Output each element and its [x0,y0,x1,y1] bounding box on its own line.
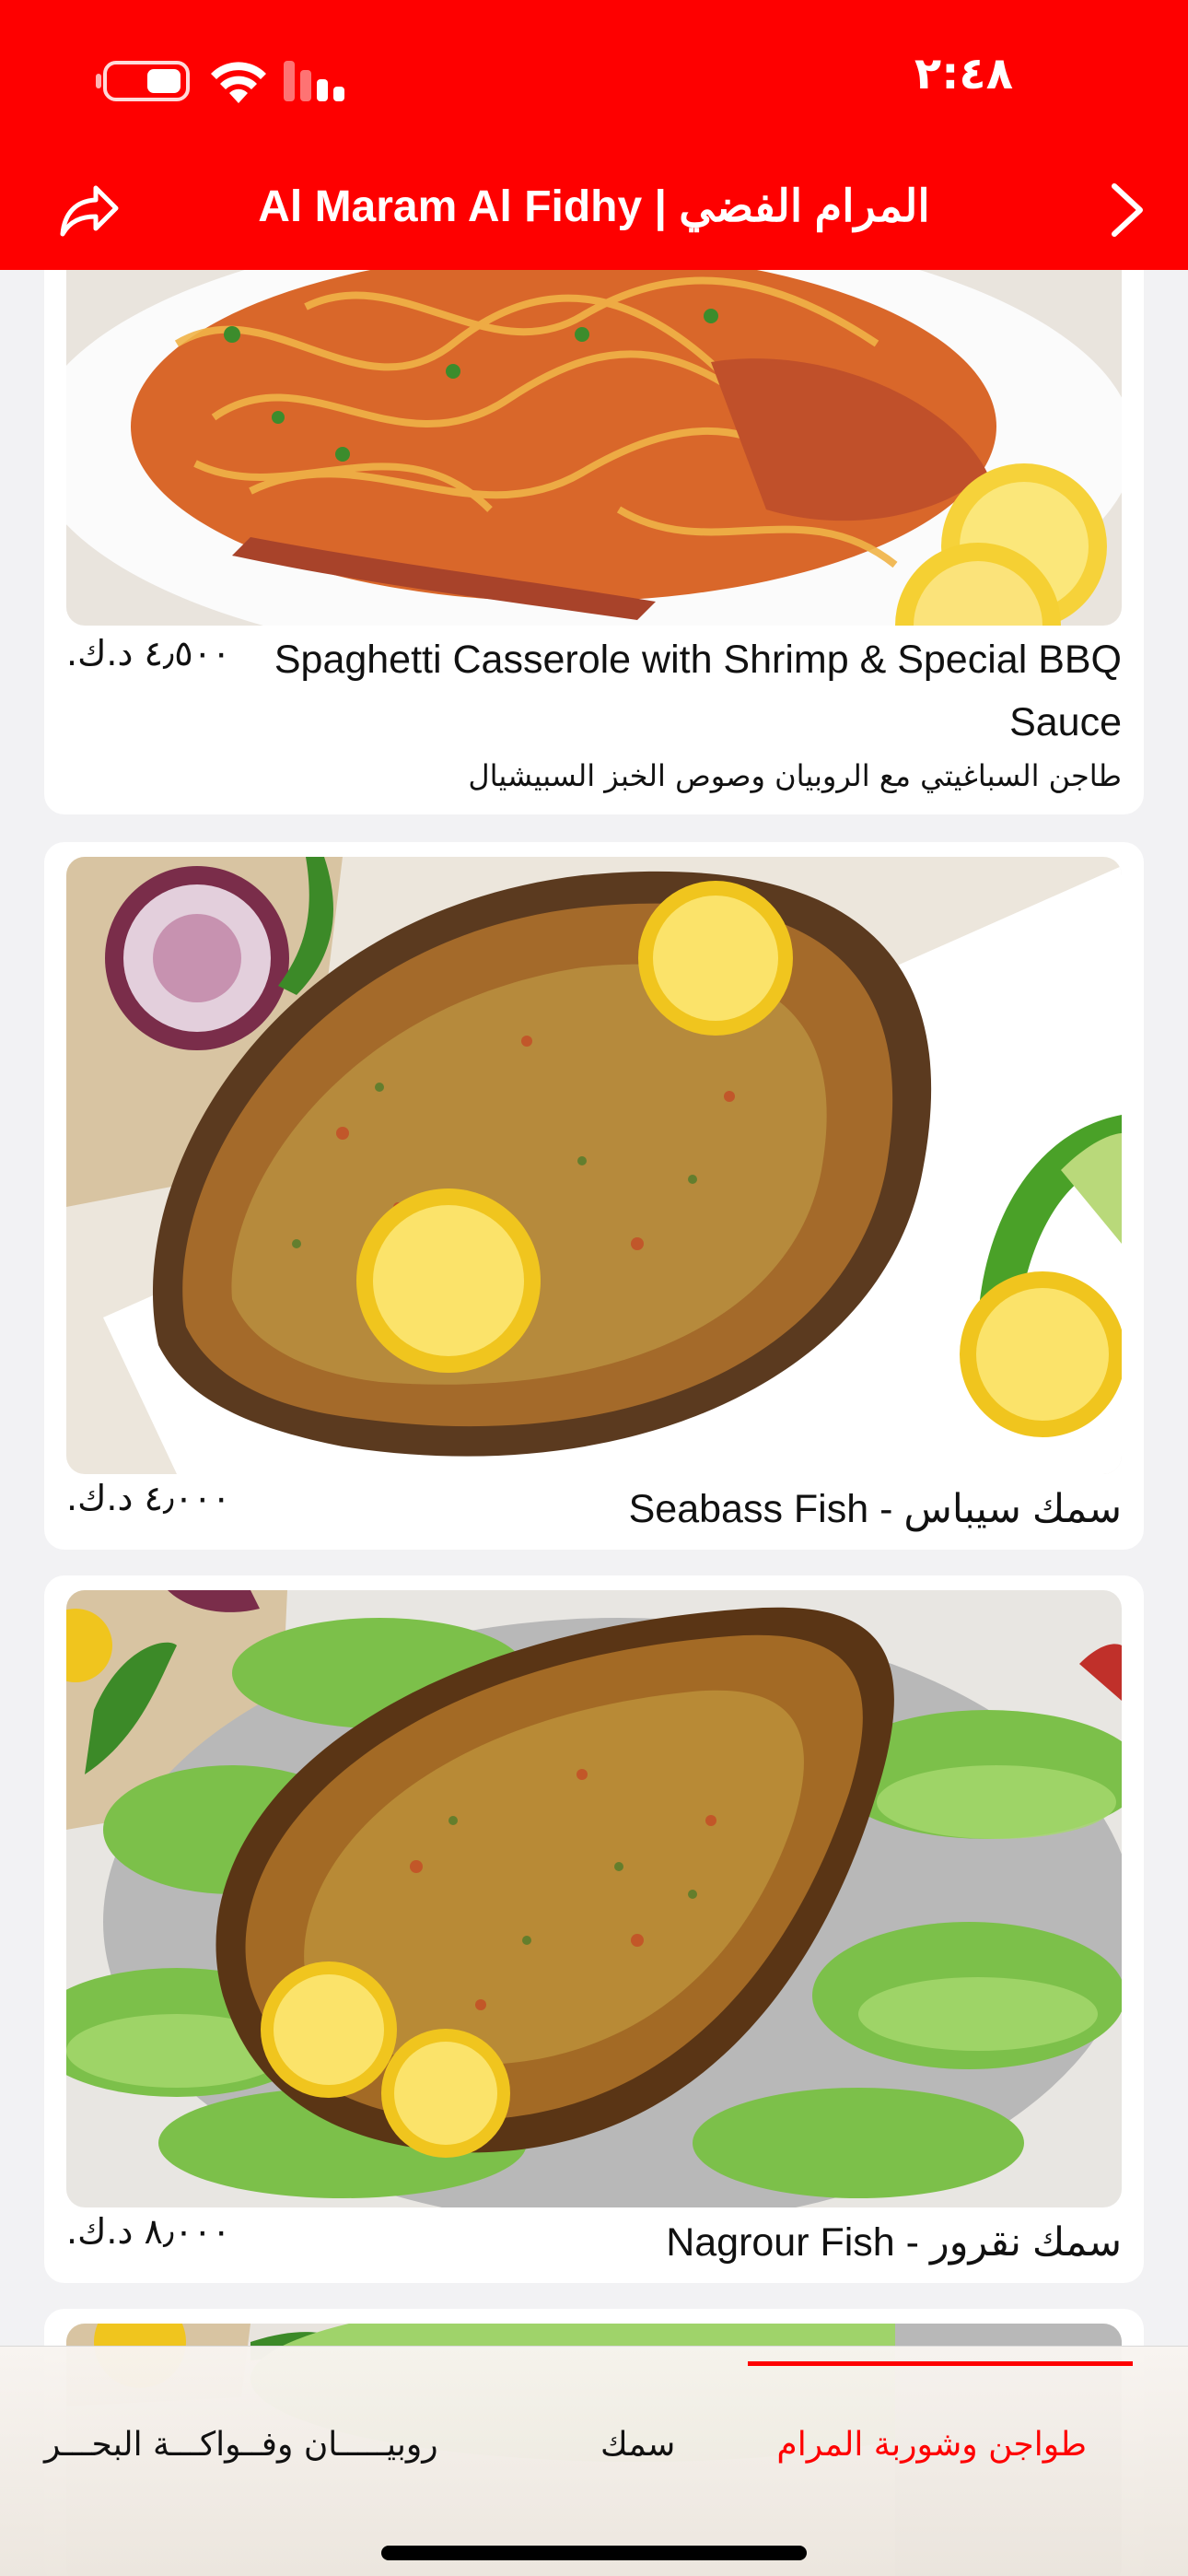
menu-list[interactable]: ٤٫٥٠٠ د.ك. Spaghetti Casserole with Shri… [0,270,1188,2576]
share-icon[interactable] [59,182,120,238]
active-tab-indicator [748,2361,1133,2366]
dish-image [66,270,1122,626]
dish-image [66,857,1122,1474]
item-price: ٤٫٠٠٠ د.ك. [66,1478,231,1518]
item-price: ٨٫٠٠٠ د.ك. [66,2211,231,2252]
tab-shrimp-seafood[interactable]: روبيـــــان وفــواكـــة البحـــر [44,2426,438,2464]
category-tab-bar: طواجن وشوربة المرام سمك روبيـــــان وفــ… [0,2346,1188,2576]
battery-icon [96,61,190,101]
status-bar: ٢:٤٨ [0,0,1188,157]
page-title: Al Maram Al Fidhy | المرام الفضي [258,182,930,231]
tab-fish[interactable]: سمك [600,2426,675,2464]
item-name: Nagrour Fish - سمك نقرور [666,2220,1122,2265]
menu-item-card[interactable]: ٤٫٠٠٠ د.ك. Seabass Fish - سمك سيباس [44,842,1144,1550]
status-time: ٢:٤٨ [914,48,1013,100]
wifi-icon [211,62,266,103]
item-name: Seabass Fish - سمك سيباس [628,1487,1122,1531]
chevron-right-icon[interactable] [1107,181,1147,240]
app-header: ٢:٤٨ Al Maram Al Fidhy | المرام الفضي [0,0,1188,270]
nav-bar: Al Maram Al Fidhy | المرام الفضي [0,164,1188,256]
home-indicator[interactable] [381,2546,807,2560]
item-price: ٤٫٥٠٠ د.ك. [66,633,231,673]
item-name: Spaghetti Casserole with Shrimp & Specia… [274,638,1122,744]
cellular-signal-icon [284,61,348,101]
menu-item-card[interactable]: ٨٫٠٠٠ د.ك. Nagrour Fish - سمك نقرور [44,1575,1144,2283]
item-description: طاجن السباغيتي مع الروبيان وصوص الخبز ال… [468,758,1122,793]
tab-maram-casseroles-soups[interactable]: طواجن وشوربة المرام [776,2426,1087,2464]
dish-image [66,1590,1122,2207]
menu-item-card[interactable]: ٤٫٥٠٠ د.ك. Spaghetti Casserole with Shri… [44,270,1144,814]
